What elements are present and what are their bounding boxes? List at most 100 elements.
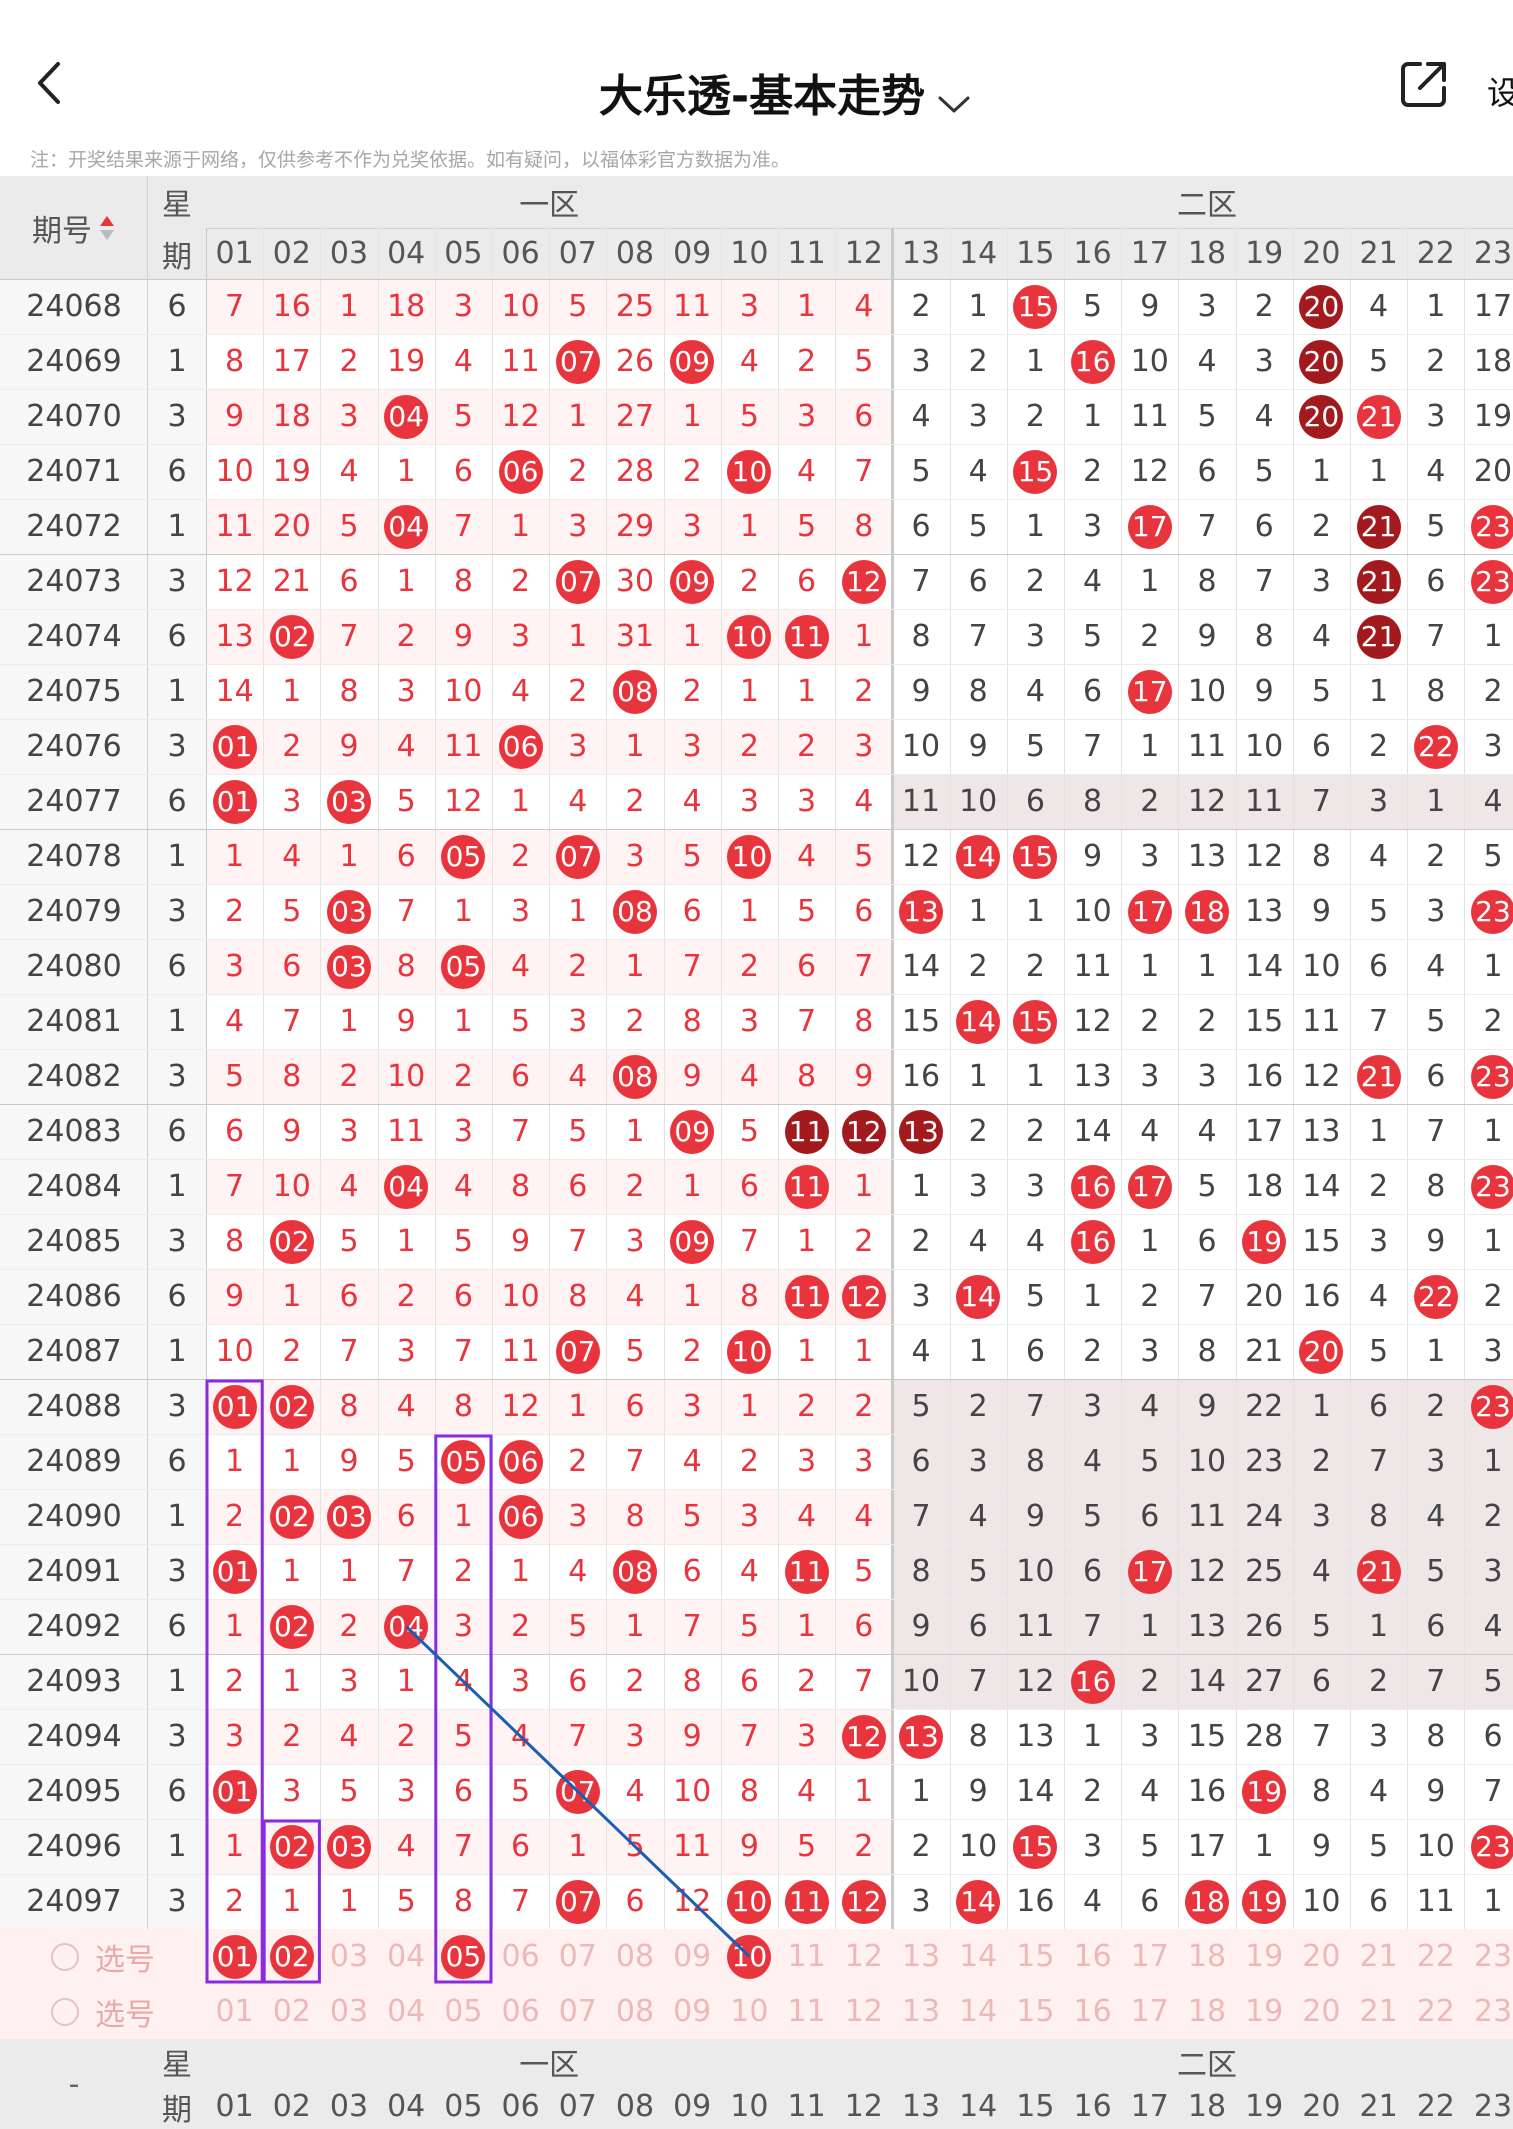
select-number[interactable]: 03 [320, 1929, 377, 1984]
miss-count: 5 [1483, 839, 1503, 874]
miss-count: 9 [1311, 894, 1331, 929]
select-number[interactable]: 19 [1236, 1984, 1293, 2039]
miss-count: 1 [854, 619, 874, 654]
miss-count: 3 [682, 729, 702, 764]
select-number[interactable]: 06 [492, 1929, 549, 1984]
radio-icon[interactable] [51, 1997, 79, 2026]
share-button[interactable] [1398, 58, 1450, 110]
select-number[interactable]: 18 [1178, 1929, 1235, 1984]
select-number[interactable]: 04 [378, 1984, 435, 2039]
column-header: 07 [558, 236, 597, 271]
select-number[interactable]: 15 [1007, 1984, 1064, 2039]
select-number[interactable]: 20 [1293, 1984, 1350, 2039]
select-number[interactable]: 09 [664, 1984, 721, 2039]
select-number[interactable]: 10 [721, 1929, 778, 1984]
weekday: 1 [167, 509, 187, 544]
miss-count: 10 [673, 1774, 712, 1809]
select-number[interactable]: 04 [378, 1929, 435, 1984]
miss-count: 1 [797, 289, 817, 324]
select-number[interactable]: 14 [950, 1984, 1007, 2039]
miss-count: 7 [1369, 1004, 1389, 1039]
select-number[interactable]: 14 [950, 1929, 1007, 1984]
select-number[interactable]: 15 [1007, 1929, 1064, 1984]
select-number[interactable]: 22 [1407, 1984, 1464, 2039]
select-number[interactable]: 23 [1464, 1984, 1513, 2039]
select-number[interactable]: 19 [1236, 1929, 1293, 1984]
selected-ball[interactable]: 10 [727, 1934, 772, 1979]
miss-count: 6 [1254, 509, 1274, 544]
select-row-toggle[interactable]: 选号 [0, 1929, 206, 1984]
miss-count: 14 [1302, 1169, 1341, 1204]
drawn-number-ball: 23 [1464, 499, 1513, 554]
selected-ball[interactable]: 01 [212, 1934, 257, 1979]
select-number[interactable]: 08 [606, 1984, 663, 2039]
select-number[interactable]: 12 [835, 1984, 892, 2039]
select-number[interactable]: 03 [320, 1984, 377, 2039]
miss-count: 1 [797, 1224, 817, 1259]
selected-ball[interactable]: 02 [269, 1934, 314, 1979]
miss-count: 4 [911, 1334, 931, 1369]
radio-icon[interactable] [51, 1942, 79, 1971]
week-header-top: 星 [162, 188, 192, 223]
miss-count: 11 [1130, 399, 1169, 434]
select-row-toggle[interactable]: 选号 [0, 1984, 206, 2039]
period-number: 24085 [26, 1224, 122, 1259]
select-number[interactable]: 05 [435, 1984, 492, 2039]
select-number[interactable]: 20 [1293, 1929, 1350, 1984]
miss-count: 7 [1254, 564, 1274, 599]
select-number[interactable]: 05 [435, 1929, 492, 1984]
select-number[interactable]: 07 [549, 1984, 606, 2039]
drawn-number-ball: 04 [378, 499, 435, 554]
miss-count: 5 [1197, 1169, 1217, 1204]
select-number[interactable]: 12 [835, 1929, 892, 1984]
period-header[interactable]: 期号 [0, 176, 148, 279]
select-number[interactable]: 21 [1350, 1984, 1407, 2039]
select-number[interactable]: 21 [1350, 1929, 1407, 1984]
select-number[interactable]: 13 [892, 1984, 949, 2039]
select-number[interactable]: 11 [778, 1929, 835, 1984]
select-number[interactable]: 16 [1064, 1984, 1121, 2039]
miss-count: 2 [682, 674, 702, 709]
settings-button[interactable]: 设 [1487, 68, 1513, 114]
miss-count: 2 [1426, 839, 1446, 874]
miss-count: 2 [1311, 509, 1331, 544]
select-number[interactable]: 08 [606, 1929, 663, 1984]
miss-count: 5 [682, 839, 702, 874]
select-number[interactable]: 23 [1464, 1929, 1513, 1984]
select-number[interactable]: 17 [1121, 1929, 1178, 1984]
miss-count: 6 [854, 399, 874, 434]
select-number[interactable]: 09 [664, 1929, 721, 1984]
select-number[interactable]: 02 [263, 1929, 320, 1984]
miss-count: 4 [396, 1829, 416, 1864]
select-number[interactable]: 16 [1064, 1929, 1121, 1984]
select-number[interactable]: 18 [1178, 1984, 1235, 2039]
select-number[interactable]: 01 [206, 1929, 263, 1984]
ball: 03 [326, 944, 371, 989]
miss-count: 1 [1483, 949, 1503, 984]
miss-count: 4 [682, 784, 702, 819]
select-number[interactable]: 07 [549, 1929, 606, 1984]
select-number[interactable]: 11 [778, 1984, 835, 2039]
miss-count: 4 [1426, 454, 1446, 489]
top-bar: 大乐透-基本走势 设 [0, 10, 1513, 145]
miss-count: 3 [1483, 729, 1503, 764]
select-number[interactable]: 17 [1121, 1984, 1178, 2039]
page-title[interactable]: 大乐透-基本走势 [0, 60, 1513, 125]
selected-ball[interactable]: 05 [441, 1934, 486, 1979]
select-number[interactable]: 02 [263, 1984, 320, 2039]
miss-count: 4 [854, 1499, 874, 1534]
ball: 17 [1127, 1549, 1172, 1594]
miss-count: 3 [1483, 1554, 1503, 1589]
drawn-number-ball: 16 [1064, 1654, 1121, 1709]
miss-count: 7 [282, 1004, 302, 1039]
ball: 23 [1470, 889, 1513, 934]
miss-count: 11 [444, 729, 483, 764]
ball: 01 [212, 1384, 257, 1429]
select-number[interactable]: 13 [892, 1929, 949, 1984]
select-number[interactable]: 01 [206, 1984, 263, 2039]
select-number[interactable]: 10 [721, 1984, 778, 2039]
miss-count: 11 [901, 784, 941, 819]
footer-column-header: 16 [1073, 2089, 1112, 2124]
select-number[interactable]: 06 [492, 1984, 549, 2039]
select-number[interactable]: 22 [1407, 1929, 1464, 1984]
